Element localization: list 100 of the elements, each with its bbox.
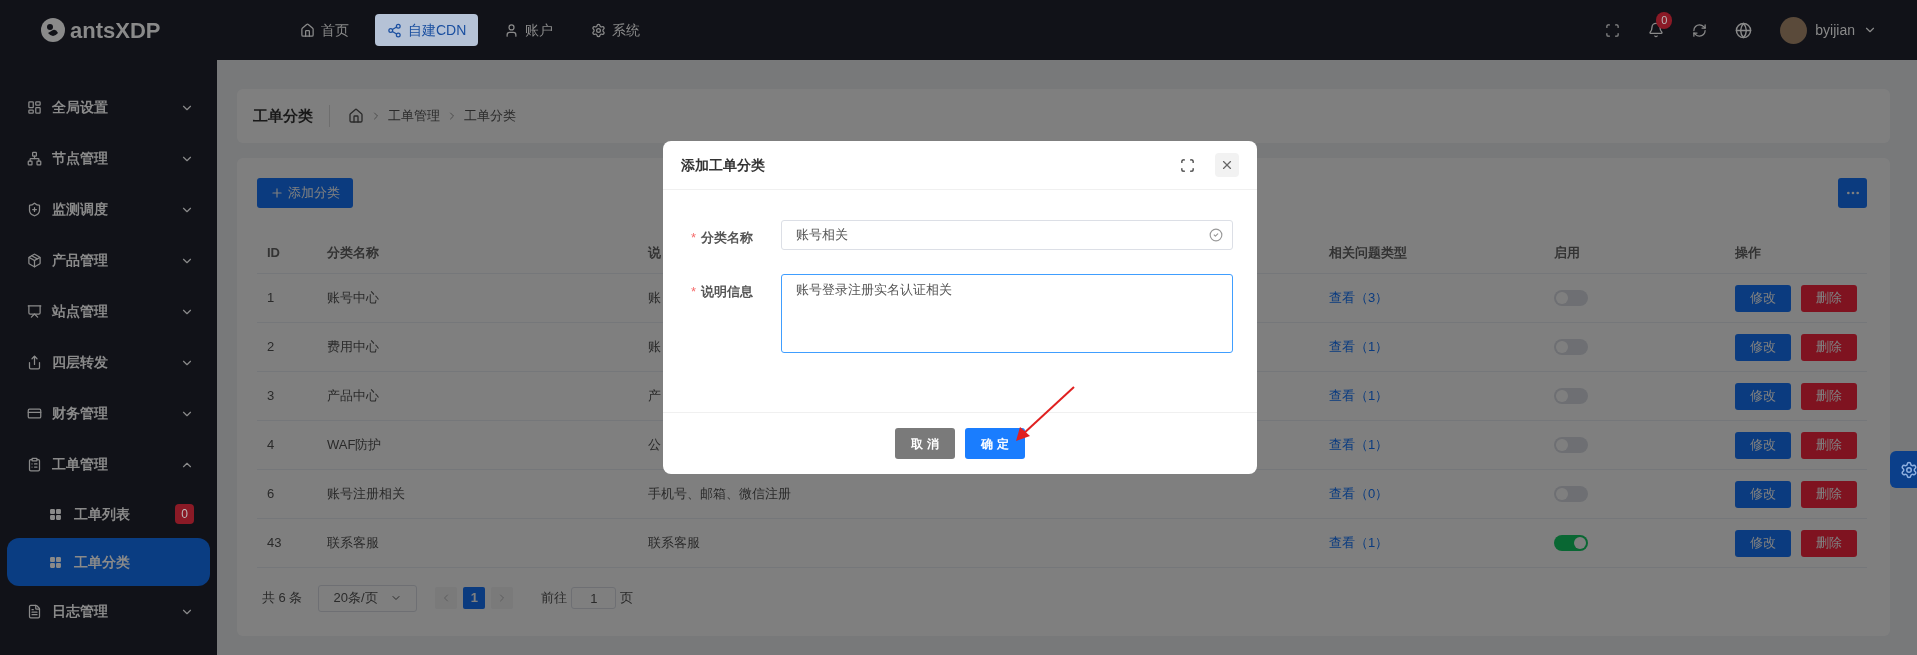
view-link[interactable]: 查看（1） <box>1329 437 1389 453</box>
breadcrumb-link[interactable]: 工单分类 <box>464 106 516 126</box>
nav-tab[interactable]: 系统 <box>579 14 653 46</box>
page-button[interactable]: 1 <box>463 587 486 609</box>
sidebar-item[interactable]: 产品管理 <box>7 235 210 286</box>
cancel-button[interactable]: 取 消 <box>895 428 955 459</box>
sidebar-item[interactable]: 站点管理 <box>7 286 210 337</box>
dashboard-icon <box>27 100 42 115</box>
sidebar-subitem[interactable]: 工单分类 <box>7 538 210 586</box>
delete-button[interactable]: 删除 <box>1801 382 1857 410</box>
shield-icon <box>27 202 42 217</box>
fullscreen-icon[interactable] <box>1180 157 1195 173</box>
column-header: 分类名称 <box>327 243 379 262</box>
logo-text: antsXDP <box>70 16 161 45</box>
page-unit-label: 页 <box>620 589 634 608</box>
description-field[interactable]: 账号登录注册实名认证相关 <box>781 274 1233 353</box>
delete-button[interactable]: 删除 <box>1801 333 1857 361</box>
confirm-button[interactable]: 确 定 <box>965 428 1025 459</box>
column-header: 操作 <box>1735 243 1761 262</box>
breadcrumb-link[interactable]: 工单管理 <box>388 106 440 126</box>
required-mark: * <box>691 283 698 301</box>
fullscreen-icon[interactable] <box>1605 22 1621 38</box>
presentation-icon <box>27 304 42 319</box>
total-count: 共 6 条 <box>262 589 303 608</box>
page-input[interactable]: 1 <box>571 587 617 609</box>
table-cell-text: 3 <box>267 387 275 406</box>
home-icon[interactable] <box>348 108 364 124</box>
delete-button[interactable]: 删除 <box>1801 431 1857 459</box>
page-title: 工单分类 <box>253 104 330 128</box>
nav-tab[interactable]: 首页 <box>288 14 361 46</box>
table-cell-text: 产 <box>648 387 661 406</box>
close-icon <box>1220 158 1234 172</box>
view-link[interactable]: 查看（3） <box>1329 290 1389 306</box>
edit-button[interactable]: 修改 <box>1735 284 1791 312</box>
sidebar-item[interactable]: 四层转发 <box>7 337 210 388</box>
view-link[interactable]: 查看（1） <box>1329 535 1389 551</box>
delete-button[interactable]: 删除 <box>1801 529 1857 557</box>
more-button[interactable] <box>1838 178 1867 208</box>
close-button[interactable] <box>1215 153 1239 177</box>
grid-icon <box>49 507 62 521</box>
clipboard-icon <box>27 457 42 472</box>
nav-tab[interactable]: 账户 <box>492 14 566 46</box>
file-icon <box>27 604 42 619</box>
view-link[interactable]: 查看（1） <box>1329 339 1389 355</box>
edit-button[interactable]: 修改 <box>1735 382 1791 410</box>
column-header: 启用 <box>1554 243 1580 262</box>
next-page-button[interactable] <box>491 587 514 609</box>
avatar <box>1780 16 1808 44</box>
user-menu[interactable]: byijian <box>1780 16 1877 44</box>
bell-icon[interactable] <box>1648 22 1665 38</box>
edit-button[interactable]: 修改 <box>1735 333 1791 361</box>
table-cell-text: 43 <box>267 534 282 553</box>
column-header: ID <box>267 243 280 262</box>
table-cell-text: 手机号、邮箱、微信注册 <box>648 485 791 504</box>
table-cell-text: 产品中心 <box>327 387 379 406</box>
column-header: 说 <box>648 243 661 262</box>
required-mark: * <box>691 229 698 247</box>
view-link[interactable]: 查看（0） <box>1329 486 1389 502</box>
edit-button[interactable]: 修改 <box>1735 529 1791 557</box>
arrow-annotation <box>1014 385 1076 443</box>
table-cell-text: 联系客服 <box>327 534 379 553</box>
sidebar-item[interactable]: 全局设置 <box>7 82 210 133</box>
table-cell-text: 公 <box>648 436 661 455</box>
column-header: 相关问题类型 <box>1329 243 1407 262</box>
table-cell-text: 账号注册相关 <box>327 485 405 504</box>
count-badge: 0 <box>175 504 194 524</box>
field-label: 说明信息 <box>701 283 754 301</box>
table-cell-text: 2 <box>267 338 275 357</box>
grid-icon <box>49 555 62 569</box>
table-cell-text: 账号中心 <box>327 289 379 308</box>
edit-button[interactable]: 修改 <box>1735 480 1791 508</box>
sidebar-subitem[interactable]: 工单列表 0 <box>7 490 210 538</box>
delete-button[interactable]: 删除 <box>1801 284 1857 312</box>
settings-tab[interactable] <box>1890 451 1917 488</box>
dialog-title: 添加工单分类 <box>681 155 765 175</box>
sidebar-item[interactable]: 财务管理 <box>7 388 210 439</box>
logo-icon <box>40 17 66 43</box>
delete-button[interactable]: 删除 <box>1801 480 1857 508</box>
notification-badge: 0 <box>1656 12 1673 29</box>
card-icon <box>27 406 42 421</box>
page-size-select[interactable]: 20条/页 <box>318 584 418 612</box>
sidebar-item[interactable]: 日志管理 <box>7 586 210 637</box>
sidebar-item[interactable]: 节点管理 <box>7 133 210 184</box>
table-cell-text: 联系客服 <box>648 534 700 553</box>
table-cell-text: 费用中心 <box>327 338 379 357</box>
refresh-icon[interactable] <box>1692 22 1708 38</box>
sidebar-item[interactable]: 工单管理 <box>7 439 210 490</box>
globe-icon[interactable] <box>1735 21 1753 39</box>
table-cell-text: 6 <box>267 485 275 504</box>
table-cell-text: 1 <box>267 289 275 308</box>
settings-icon <box>591 22 607 38</box>
nodes-icon <box>387 22 402 38</box>
edit-button[interactable]: 修改 <box>1735 431 1791 459</box>
sidebar-item[interactable]: 监测调度 <box>7 184 210 235</box>
toggle-switch[interactable] <box>1554 535 1588 551</box>
name-field[interactable]: 账号相关 <box>781 220 1233 250</box>
nav-tab[interactable]: 自建CDN <box>375 14 479 46</box>
view-link[interactable]: 查看（1） <box>1329 388 1389 404</box>
add-category-button[interactable]: 添加分类 <box>257 178 353 208</box>
goto-label: 前往 <box>541 589 568 608</box>
